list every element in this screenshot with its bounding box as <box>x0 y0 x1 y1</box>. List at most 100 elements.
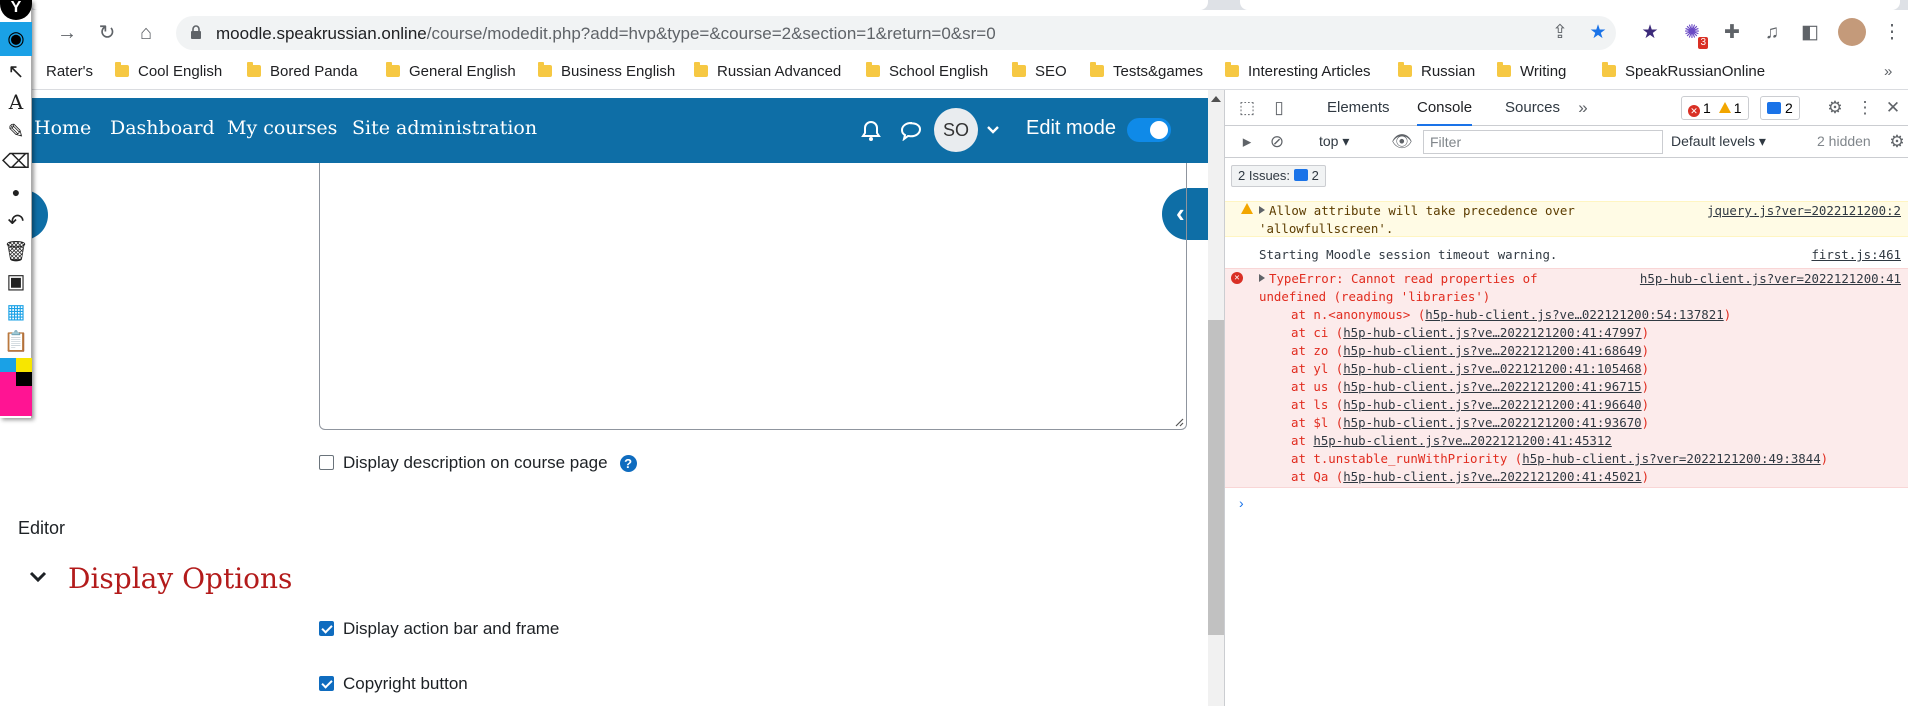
console-warning-row[interactable]: Allow attribute will take precedence ove… <box>1225 201 1908 237</box>
bookmark-folder[interactable]: Writing <box>1497 62 1566 83</box>
expand-triangle-icon[interactable] <box>1259 274 1265 282</box>
lock-icon[interactable] <box>190 25 202 39</box>
context-select[interactable]: top ▾ <box>1319 133 1349 150</box>
camera-icon[interactable]: ▦ <box>2 298 30 326</box>
message-icon[interactable] <box>900 121 922 141</box>
console-info-row[interactable]: Starting Moodle session timeout warning.… <box>1225 246 1908 264</box>
expand-triangle-icon[interactable] <box>1259 206 1265 214</box>
nav-dashboard[interactable]: Dashboard <box>110 117 215 139</box>
share-icon[interactable]: ⇪ <box>1548 21 1572 45</box>
description-textarea[interactable] <box>319 163 1187 430</box>
stack-frame-link[interactable]: h5p-hub-client.js?ve…022121200:54:137821 <box>1425 307 1723 322</box>
color-swatch-blue[interactable] <box>0 358 16 372</box>
color-swatch-black[interactable] <box>16 372 32 386</box>
color-swatch-pink[interactable] <box>0 372 16 386</box>
tab-sources[interactable]: Sources <box>1505 90 1560 126</box>
presentation-icon[interactable]: ▣ <box>2 268 30 296</box>
bookmark-star-icon[interactable]: ★ <box>1586 21 1610 45</box>
color-swatch-yellow[interactable] <box>16 358 32 372</box>
console-filter-input[interactable]: Filter <box>1423 130 1663 154</box>
error-warning-counter[interactable]: ✕ 1 1 <box>1681 96 1749 120</box>
page-scrollbar[interactable] <box>1208 90 1224 706</box>
dot-icon[interactable]: ● <box>2 178 30 206</box>
stack-frame-link[interactable]: h5p-hub-client.js?ve…2022121200:41:47997 <box>1343 325 1641 340</box>
console-error-row[interactable]: ✕ TypeError: Cannot read properties of u… <box>1225 268 1908 488</box>
issues-button[interactable]: 2 Issues: 2 <box>1231 165 1326 187</box>
bookmark-folder[interactable]: Russian <box>1398 62 1475 83</box>
resize-grip-icon[interactable] <box>1174 417 1184 427</box>
scroll-up-arrow-icon[interactable] <box>1211 96 1221 102</box>
forward-icon[interactable]: → <box>55 21 79 45</box>
collapse-chevron-icon[interactable] <box>28 567 48 587</box>
display-options-heading[interactable]: Display Options <box>68 562 292 595</box>
stack-frame-link[interactable]: h5p-hub-client.js?ve…2022121200:41:96715 <box>1343 379 1641 394</box>
current-color[interactable] <box>0 386 32 416</box>
bookmark-folder[interactable]: General English <box>386 62 516 83</box>
clear-console-icon[interactable]: ⊘ <box>1267 132 1287 152</box>
profile-avatar[interactable] <box>1838 18 1866 46</box>
extension-star-icon[interactable]: ★ <box>1638 21 1662 45</box>
stack-frame-link[interactable]: h5p-hub-client.js?ve…2022121200:41:96640 <box>1343 397 1641 412</box>
live-expression-eye-icon[interactable]: 👁 <box>1391 132 1413 152</box>
nav-site-administration[interactable]: Site administration <box>352 117 537 139</box>
display-description-checkbox[interactable] <box>319 455 334 470</box>
trash-icon[interactable]: 🗑 <box>2 238 30 266</box>
stack-frame-link[interactable]: h5p-hub-client.js?ve…2022121200:41:68649 <box>1343 343 1641 358</box>
error-source-link[interactable]: h5p-hub-client.js?ver=2022121200:41 <box>1640 270 1901 288</box>
user-avatar[interactable]: SO <box>934 108 978 152</box>
bookmark-folder[interactable]: Business English <box>538 62 675 83</box>
eraser-icon[interactable]: ⌫ <box>2 148 30 176</box>
media-icon[interactable]: ♫ <box>1760 21 1784 45</box>
devtools-menu-icon[interactable]: ⋮ <box>1855 98 1875 118</box>
message-counter[interactable]: 2 <box>1760 96 1800 120</box>
warning-source-link[interactable]: jquery.js?ver=2022121200:2 <box>1707 202 1901 220</box>
other-tab[interactable] <box>1240 0 1900 10</box>
text-icon[interactable]: A <box>2 88 30 116</box>
console-settings-icon[interactable]: ⚙ <box>1887 132 1907 152</box>
device-toolbar-icon[interactable]: ▯ <box>1269 98 1289 118</box>
side-panel-icon[interactable]: ◧ <box>1798 21 1822 45</box>
help-icon[interactable]: ? <box>619 455 637 472</box>
bookmark-raters[interactable]: Rater's <box>46 63 93 83</box>
bookmark-folder[interactable]: Tests&games <box>1090 62 1203 83</box>
color-palette[interactable] <box>0 358 32 418</box>
action-bar-checkbox[interactable] <box>319 621 334 636</box>
home-icon[interactable]: ⌂ <box>134 21 158 45</box>
eye-icon[interactable]: ◉ <box>0 22 32 56</box>
bookmark-folder[interactable]: Russian Advanced <box>694 62 841 83</box>
browser-menu-icon[interactable]: ⋮ <box>1880 21 1904 45</box>
copyright-checkbox[interactable] <box>319 676 334 691</box>
stack-frame-link[interactable]: h5p-hub-client.js?ve…2022121200:41:45021 <box>1343 469 1641 484</box>
nav-my-courses[interactable]: My courses <box>227 117 337 139</box>
bell-icon[interactable] <box>861 120 881 142</box>
clipboard-icon[interactable]: 📋 <box>2 328 30 356</box>
tab-elements[interactable]: Elements <box>1327 90 1390 126</box>
cursor-icon[interactable]: ↖ <box>2 58 30 86</box>
active-tab[interactable] <box>30 0 1208 10</box>
more-tabs-icon[interactable]: » <box>1573 98 1593 118</box>
extensions-puzzle-icon[interactable]: ✚ <box>1720 21 1744 45</box>
console-prompt[interactable]: › <box>1239 495 1244 511</box>
info-source-link[interactable]: first.js:461 <box>1811 246 1901 264</box>
bookmark-folder[interactable]: School English <box>866 62 988 83</box>
stack-frame-link[interactable]: h5p-hub-client.js?ve…2022121200:41:45312 <box>1313 433 1611 448</box>
reload-icon[interactable]: ↻ <box>95 21 119 45</box>
inspect-icon[interactable]: ⬚ <box>1237 98 1257 118</box>
chevron-down-icon[interactable] <box>987 125 999 135</box>
url-field[interactable]: moodle.speakrussian.online/course/modedi… <box>176 16 1616 50</box>
more-bookmarks-icon[interactable]: » <box>1884 63 1892 83</box>
nav-home[interactable]: Home <box>34 117 91 139</box>
settings-gear-icon[interactable]: ⚙ <box>1825 98 1845 118</box>
extension-gear-icon[interactable]: ✺ 3 <box>1680 21 1708 49</box>
stack-frame-link[interactable]: h5p-hub-client.js?ver=2022121200:49:3844 <box>1522 451 1820 466</box>
pen-icon[interactable]: ✎ <box>2 118 30 146</box>
close-icon[interactable]: ✕ <box>1883 98 1903 118</box>
edit-mode-toggle[interactable] <box>1127 118 1171 142</box>
stack-frame-link[interactable]: h5p-hub-client.js?ve…2022121200:41:93670 <box>1343 415 1641 430</box>
bookmark-folder[interactable]: Cool English <box>115 62 222 83</box>
scroll-thumb[interactable] <box>1208 320 1224 635</box>
tab-console[interactable]: Console <box>1417 90 1473 126</box>
sidebar-toggle-icon[interactable]: ▸ <box>1237 132 1257 152</box>
undo-icon[interactable]: ↶ <box>2 208 30 236</box>
bookmark-folder[interactable]: Interesting Articles <box>1225 62 1371 83</box>
